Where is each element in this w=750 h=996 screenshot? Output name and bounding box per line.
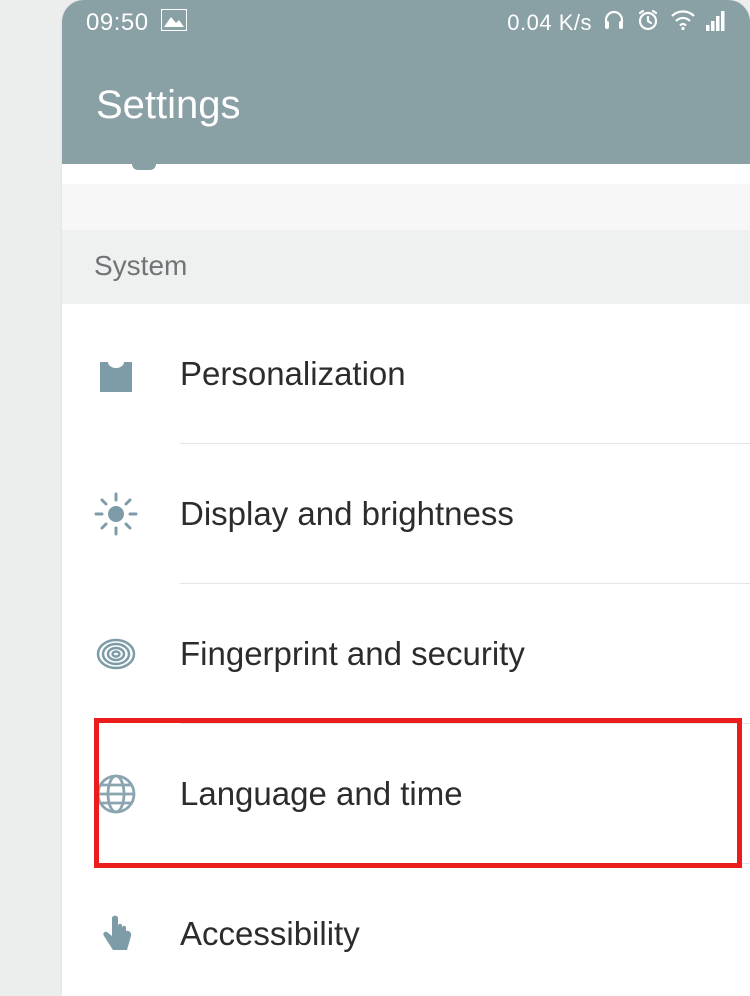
settings-screen: 09:50 0.04 K/s Settings — [62, 0, 750, 996]
settings-item-accessibility[interactable]: Accessibility — [62, 864, 750, 996]
settings-item-personalization[interactable]: Personalization — [62, 304, 750, 444]
status-bar: 09:50 0.04 K/s — [62, 0, 750, 46]
settings-item-label: Accessibility — [180, 915, 360, 953]
status-right: 0.04 K/s — [507, 8, 726, 39]
tab-indicator — [132, 158, 156, 170]
status-data-rate: 0.04 K/s — [507, 10, 592, 36]
headphones-icon — [602, 8, 626, 39]
wifi-icon — [670, 9, 696, 38]
fingerprint-icon — [88, 632, 144, 676]
alarm-icon — [636, 8, 660, 39]
status-time: 09:50 — [86, 9, 149, 37]
brightness-icon — [88, 491, 144, 537]
signal-icon — [706, 9, 726, 38]
settings-item-display[interactable]: Display and brightness — [62, 444, 750, 584]
settings-item-fingerprint[interactable]: Fingerprint and security — [62, 584, 750, 724]
settings-item-language-time[interactable]: Language and time — [62, 724, 750, 864]
spacer — [62, 184, 750, 230]
section-title: System — [94, 250, 187, 281]
app-bar: Settings — [62, 46, 750, 164]
settings-list: Personalization Display and brightness F… — [62, 304, 750, 996]
settings-item-label: Fingerprint and security — [180, 635, 525, 673]
section-header-system: System — [62, 230, 750, 304]
status-left: 09:50 — [86, 9, 187, 38]
shirt-icon — [88, 352, 144, 396]
gallery-icon — [161, 9, 187, 38]
tab-strip — [62, 164, 750, 184]
globe-icon — [88, 772, 144, 816]
hand-tap-icon — [88, 912, 144, 956]
settings-item-label: Display and brightness — [180, 495, 514, 533]
settings-item-label: Language and time — [180, 775, 463, 813]
page-title: Settings — [96, 83, 241, 128]
settings-item-label: Personalization — [180, 355, 406, 393]
